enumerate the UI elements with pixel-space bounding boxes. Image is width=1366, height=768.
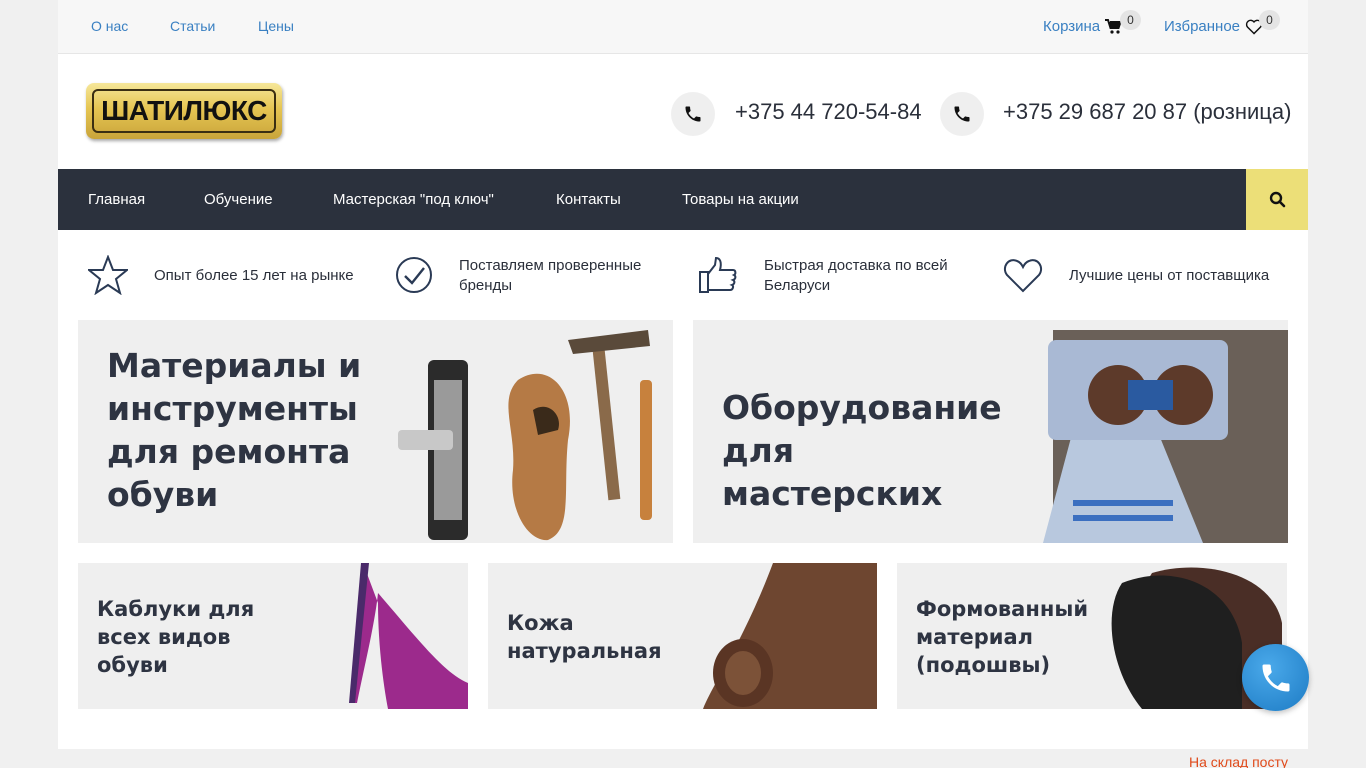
feature-brands: Поставляем проверенные бренды <box>459 257 642 294</box>
favorites-label: Избранное <box>1164 18 1241 35</box>
phone-icon <box>1262 664 1289 691</box>
link-about[interactable]: О нас <box>91 18 128 34</box>
page-container: О нас Статьи Цены Корзина 0 Избранное 0 … <box>58 0 1308 749</box>
banner-equipment[interactable]: Оборудование для мастерских <box>693 320 1288 543</box>
search-icon <box>1269 191 1285 208</box>
cart-label: Корзина <box>1043 18 1101 35</box>
phone-number-1[interactable]: +375 44 720-54-84 <box>735 99 922 125</box>
favorites-count-badge: 0 <box>1259 10 1280 30</box>
cart-link[interactable]: Корзина <box>1043 18 1123 35</box>
banner-soles-title: Формованный материал (подошвы) <box>916 597 1089 677</box>
thumbs-up-icon <box>699 256 737 293</box>
heel-shoe-image <box>349 563 468 709</box>
link-prices[interactable]: Цены <box>258 18 294 34</box>
banner-leather[interactable]: Кожа натуральная <box>488 563 877 709</box>
banner-heels[interactable]: Каблуки для всех видов обуви <box>78 563 468 709</box>
check-circle-icon <box>396 257 432 293</box>
phone-icon <box>940 92 984 136</box>
logo-text: ШАТИЛЮКС <box>92 89 276 133</box>
link-articles[interactable]: Статьи <box>170 18 215 34</box>
feature-delivery: Быстрая доставка по всей Беларуси <box>764 257 948 294</box>
heart-icon <box>1003 259 1043 293</box>
banner-leather-title: Кожа натуральная <box>507 611 662 663</box>
favorites-link[interactable]: Избранное <box>1164 18 1263 35</box>
top-bar: О нас Статьи Цены Корзина 0 Избранное 0 <box>58 0 1308 54</box>
phone-number-2[interactable]: +375 29 687 20 87 (розница) <box>1003 99 1291 125</box>
nav-item-training[interactable]: Обучение <box>204 191 273 208</box>
feature-prices: Лучшие цены от поставщика <box>1069 267 1270 284</box>
star-icon <box>88 255 128 295</box>
banner-materials[interactable]: Материалы и инструменты для ремонта обув… <box>78 320 673 543</box>
nav-item-turnkey-workshop[interactable]: Мастерская "под ключ" <box>333 191 494 208</box>
feature-experience: Опыт более 15 лет на рынке <box>154 267 354 284</box>
main-nav: Главная Обучение Мастерская "под ключ" К… <box>58 169 1308 230</box>
nav-item-contacts[interactable]: Контакты <box>556 191 621 208</box>
banner-materials-title: Материалы и инструменты для ремонта обув… <box>107 346 362 514</box>
tools-image <box>398 330 652 541</box>
nav-item-home[interactable]: Главная <box>88 191 145 208</box>
cart-count-badge: 0 <box>1120 10 1141 30</box>
machine-image <box>1043 330 1288 543</box>
leather-roll-image <box>703 563 877 709</box>
site-logo[interactable]: ШАТИЛЮКС <box>86 83 282 139</box>
search-button[interactable] <box>1246 169 1308 230</box>
nav-item-promo[interactable]: Товары на акции <box>682 191 799 208</box>
stock-notice: На склад посту <box>1189 754 1289 768</box>
banner-heels-title: Каблуки для всех видов обуви <box>97 597 255 677</box>
banner-equipment-title: Оборудование для мастерских <box>722 388 1002 513</box>
phone-icon <box>671 92 715 136</box>
banner-soles[interactable]: Формованный материал (подошвы) <box>897 563 1287 709</box>
call-button[interactable] <box>1242 644 1309 711</box>
